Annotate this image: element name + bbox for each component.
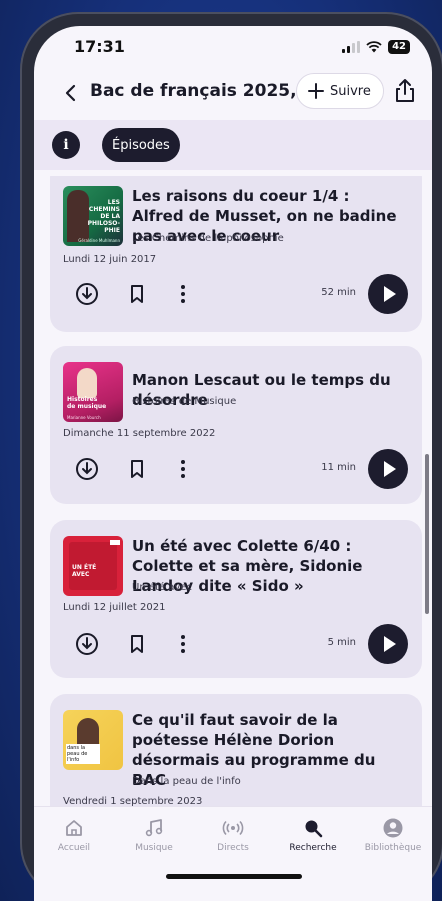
play-icon: [384, 286, 396, 302]
play-button[interactable]: [368, 449, 408, 489]
tab-episodes[interactable]: Épisodes: [102, 128, 180, 162]
header: Bac de français 2025, le... Suivre: [34, 72, 432, 116]
tab-accueil[interactable]: Accueil: [39, 817, 109, 853]
tab-label: Directs: [217, 843, 249, 853]
thumb-logo: [110, 540, 120, 545]
tab-label: Musique: [135, 843, 173, 853]
scrollbar[interactable]: [425, 454, 429, 614]
more-icon[interactable]: [168, 629, 198, 659]
episode-show[interactable]: Histoires de Musique: [132, 396, 236, 407]
music-icon: [145, 819, 163, 837]
tab-label: Recherche: [289, 843, 337, 853]
episode-date: Lundi 12 juin 2017: [63, 254, 157, 265]
thumb-text: Histoires de musique: [67, 396, 107, 410]
bookmark-icon[interactable]: [122, 629, 152, 659]
episode-duration: 11 min: [321, 462, 356, 473]
episode-thumbnail: LES CHEMINS DE LA PHILOSO-PHIE Géraldine…: [63, 186, 123, 246]
tab-recherche[interactable]: Recherche: [278, 817, 348, 853]
home-icon: [66, 820, 82, 836]
thumb-text: UN ÉTÉ AVEC: [72, 564, 97, 578]
follow-label: Suivre: [330, 83, 371, 99]
signal-icon: [342, 41, 361, 53]
thumb-text: LES CHEMINS DE LA PHILOSO-PHIE: [87, 199, 120, 234]
tab-musique[interactable]: Musique: [119, 817, 189, 853]
tab-directs[interactable]: Directs: [198, 817, 268, 853]
episode-show[interactable]: Dans la peau de l'info: [132, 776, 241, 787]
live-icon: [222, 820, 244, 836]
episode-actions: 11 min: [50, 449, 422, 489]
library-icon: [383, 818, 403, 838]
download-icon[interactable]: [72, 454, 102, 484]
episode-thumbnail: Histoires de musique Marianne Vourch: [63, 362, 123, 422]
follow-button[interactable]: Suivre: [296, 73, 384, 109]
episode-card[interactable]: UN ÉTÉ AVEC Un été avec Colette 6/40 : C…: [50, 520, 422, 678]
segment-tabs: i Épisodes: [34, 120, 432, 170]
search-icon: [305, 820, 323, 838]
more-icon[interactable]: [168, 454, 198, 484]
plus-icon: [308, 83, 324, 99]
info-button[interactable]: i: [52, 131, 80, 159]
back-icon[interactable]: [56, 78, 86, 108]
home-indicator[interactable]: [166, 874, 302, 879]
play-button[interactable]: [368, 624, 408, 664]
episode-card[interactable]: dans la peau de l'info Ce qu'il faut sav…: [50, 694, 422, 806]
battery-icon: 42: [388, 40, 410, 54]
tab-label: Accueil: [57, 843, 91, 853]
status-time: 17:31: [74, 37, 125, 56]
episode-duration: 5 min: [327, 637, 356, 648]
play-icon: [384, 636, 396, 652]
episode-actions: 52 min: [50, 274, 422, 314]
episode-list[interactable]: LES CHEMINS DE LA PHILOSO-PHIE Géraldine…: [34, 176, 432, 806]
bookmark-icon[interactable]: [122, 454, 152, 484]
thumb-text: dans la peau de l'info: [66, 744, 100, 764]
status-icons: 42: [342, 40, 410, 54]
thumb-caption: Marianne Vourch: [67, 415, 101, 420]
episode-duration: 52 min: [321, 287, 356, 298]
status-bar: 17:31 42: [34, 26, 432, 70]
wifi-icon: [366, 41, 382, 53]
episode-show[interactable]: Un été avec: [132, 582, 192, 593]
tab-bibliotheque[interactable]: Bibliothèque: [358, 817, 428, 853]
episode-date: Dimanche 11 septembre 2022: [63, 428, 216, 439]
tab-label: Bibliothèque: [364, 843, 422, 853]
bookmark-icon[interactable]: [122, 279, 152, 309]
episode-show[interactable]: Les Chemins de la philosophie: [132, 233, 284, 244]
bottom-tab-bar: Accueil Musique Directs Recherche Biblio…: [34, 806, 432, 901]
play-button[interactable]: [368, 274, 408, 314]
share-icon[interactable]: [390, 76, 420, 106]
thumb-portrait: [77, 368, 97, 398]
thumb-caption: Géraldine Muhlmann: [78, 238, 120, 243]
play-icon: [384, 461, 396, 477]
app-screen: 17:31 42 Bac de français 2025, le... Sui…: [34, 26, 432, 901]
more-icon[interactable]: [168, 279, 198, 309]
episode-card[interactable]: LES CHEMINS DE LA PHILOSO-PHIE Géraldine…: [50, 176, 422, 332]
download-icon[interactable]: [72, 279, 102, 309]
episode-date: Vendredi 1 septembre 2023: [63, 796, 203, 806]
episode-actions: 5 min: [50, 624, 422, 664]
episode-card[interactable]: Histoires de musique Marianne Vourch Man…: [50, 346, 422, 504]
episode-date: Lundi 12 juillet 2021: [63, 602, 166, 613]
download-icon[interactable]: [72, 629, 102, 659]
episode-thumbnail: UN ÉTÉ AVEC: [63, 536, 123, 596]
episode-thumbnail: dans la peau de l'info: [63, 710, 123, 770]
